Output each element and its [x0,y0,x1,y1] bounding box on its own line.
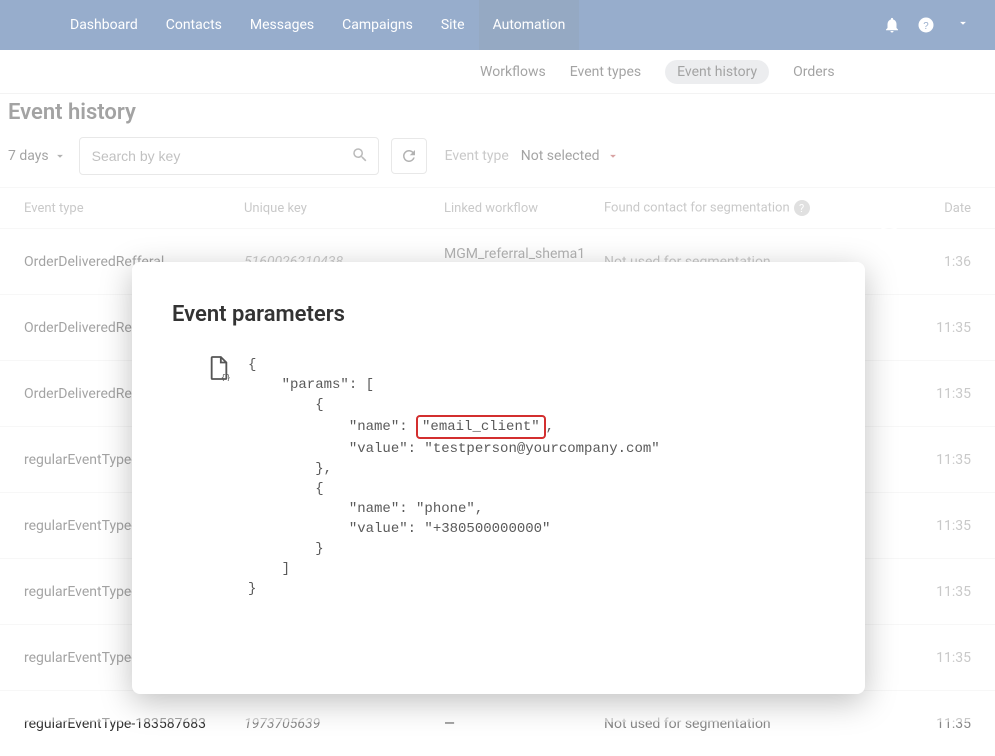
code-block: {} { "params": [ { "name": "email_client… [208,355,825,599]
highlighted-value: "email_client" [416,415,546,439]
close-icon [876,226,902,252]
modal-close-button[interactable]: esc [876,226,930,252]
modal-title: Event parameters [172,302,825,327]
event-parameters-modal: Event parameters {} { "params": [ { "nam… [132,262,865,694]
file-json-icon: {} [208,355,230,599]
svg-text:{}: {} [221,373,230,381]
json-code: { "params": [ { "name": "email_client", … [248,355,660,599]
close-label: esc [908,231,930,247]
